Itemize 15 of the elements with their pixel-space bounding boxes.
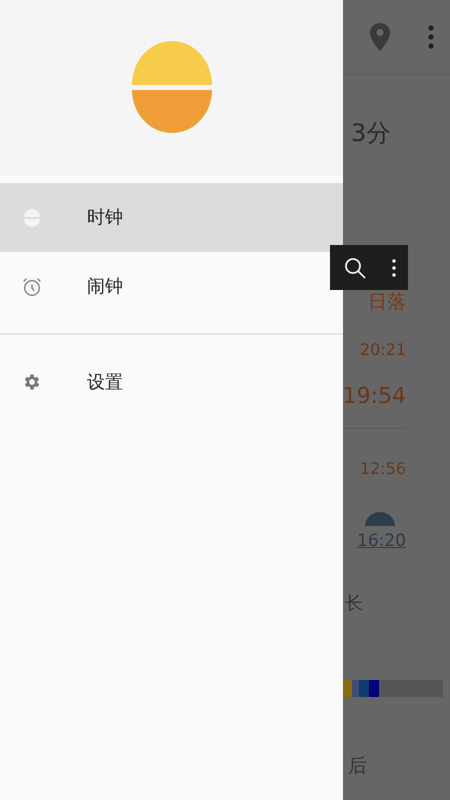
more-options-icon[interactable] [392,258,396,276]
twilight-time: 16:20 [357,533,406,550]
sunset-time: 19:54 [343,386,406,408]
half-moon-icon [365,512,395,526]
sunset-label: 日落 [368,293,406,312]
sunset-time: 20:21 [360,342,406,358]
noon-time: 12:56 [360,461,406,477]
drawer-item[interactable]: 闹钟 [0,252,343,321]
search-icon[interactable] [342,256,366,280]
settings-item[interactable]: 设置 [0,335,343,429]
duration-text: 3分 [351,118,390,149]
settings-icon [22,372,42,392]
half-sun-icon [23,208,41,226]
alarm-clock-icon [21,276,43,298]
drawer-item[interactable]: 时钟 [0,183,343,252]
